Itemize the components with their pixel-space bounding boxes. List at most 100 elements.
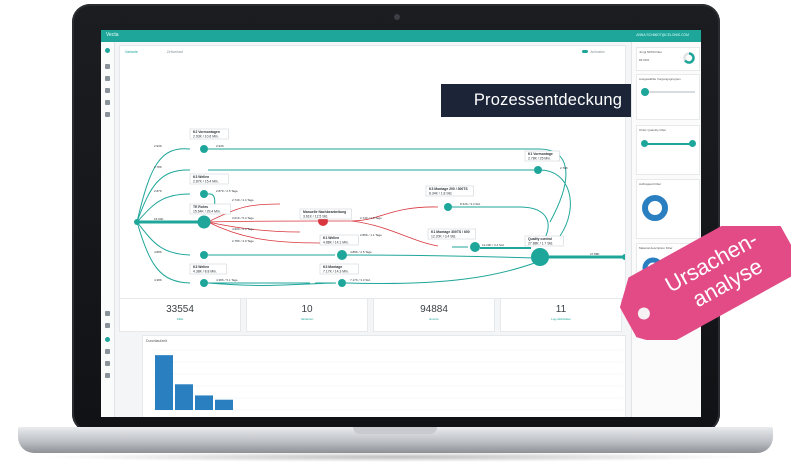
nav-filter-icon[interactable] (105, 100, 110, 105)
histogram-bar[interactable] (175, 384, 193, 410)
edge-line[interactable] (136, 221, 191, 256)
edge-label: 2.74K / 1.8 Tage (360, 216, 382, 220)
nav-process-icon[interactable] (105, 48, 110, 53)
kpi-value: 94884 (420, 304, 448, 315)
filter-card[interactable]: Ausgewählte Vorgangsgruppen (636, 74, 700, 120)
range-slider-handle[interactable] (641, 140, 648, 147)
activity-title: K1 Wellen (323, 236, 339, 240)
edge-label: 8.34K / 3.4 Std. (460, 202, 481, 206)
process-node[interactable] (200, 145, 208, 153)
edge-label: 12.20K / 3.4 Std. (482, 243, 505, 247)
nav-filter-icon[interactable] (105, 361, 110, 366)
edge-line[interactable] (345, 254, 536, 259)
kpi-card: 33554 Fälle (119, 298, 241, 332)
filter-card-title: Order Quantity Filter (639, 128, 667, 132)
range-slider-track[interactable] (643, 143, 693, 145)
edge-label: 15.64K (154, 217, 164, 221)
screen: Vecta ANNA SCHMIDT@CELONIS.COM Variante … (101, 30, 701, 417)
process-node[interactable] (200, 190, 208, 198)
process-node[interactable] (531, 248, 549, 266)
process-node[interactable] (470, 242, 480, 252)
activity-title: K3 Montage 200 / 300TS (429, 187, 468, 191)
top-bar: Vecta ANNA SCHMIDT@CELONIS.COM (101, 30, 701, 42)
activity-title: Quality control (528, 237, 552, 241)
activity-stats: 4.38K / 8.8 Min. (193, 270, 217, 274)
ursachenanalyse-tag: Ursachen- analyse (619, 226, 791, 340)
edge-line[interactable] (207, 221, 301, 233)
activity-title: K3 Montage (323, 265, 342, 269)
kpi-value: 33554 (166, 304, 194, 315)
throughput-chart-card: Durchlaufzeit (142, 335, 626, 417)
filter-card[interactable]: Order Quantity Filter (636, 125, 700, 175)
base-notch (353, 427, 437, 434)
process-node[interactable] (134, 219, 140, 225)
nav-grid-icon[interactable] (105, 64, 110, 69)
histogram-bar[interactable] (155, 355, 173, 410)
range-slider-handle[interactable] (689, 140, 696, 147)
activity-stats: 15.64K / 29.4 Min. (193, 210, 221, 214)
process-node[interactable] (444, 203, 452, 211)
edge-label: 3.61K / 5.4 Tage (232, 216, 254, 220)
kpi-label: Varianten (300, 317, 314, 321)
edge-line[interactable] (208, 148, 567, 223)
activity-title: TE Rohrs (193, 205, 208, 209)
edge-label: 2.78K (154, 165, 162, 169)
edge-line[interactable] (136, 148, 191, 223)
user-menu[interactable]: ANNA SCHMIDT@CELONIS.COM (636, 33, 689, 37)
edge-label: 2.93K (216, 144, 224, 148)
edge-label: 2.78K (560, 166, 568, 170)
edge-label: 4.38K / 5.1 Tage (216, 278, 238, 282)
range-slider-track[interactable] (641, 91, 695, 93)
edge-label: 2.87K (154, 189, 162, 193)
process-canvas[interactable]: Variante Zeitverlauf Animation K2 Vormon… (119, 45, 655, 299)
camera (394, 14, 400, 20)
activity-title: K3 Wellen (193, 175, 209, 179)
range-slider-handle[interactable] (641, 88, 649, 96)
kpi-card: 94884 Events (373, 298, 495, 332)
nav-settings-icon[interactable] (105, 112, 110, 117)
edge-label: 4.88K (154, 250, 162, 254)
activity-stats: 27.88K / 1.7 Std. (528, 242, 553, 246)
activity-title: K1 Montage 300TS / 600 (431, 230, 470, 234)
histogram-bar[interactable] (215, 399, 233, 410)
activity-stats: 4.88K / 14.1 Min. (323, 241, 349, 245)
edge-line[interactable] (136, 221, 191, 284)
app-brand: Vecta (106, 32, 119, 38)
edge-label: 4.90K / 6.3 Tage (232, 227, 254, 231)
nav-table-icon[interactable] (105, 76, 110, 81)
process-node[interactable] (200, 251, 208, 259)
lower-nav (101, 305, 115, 417)
kpi-value: 10 (301, 304, 313, 315)
nav-grid-icon[interactable] (105, 323, 110, 328)
activity-stats: 8.34K / 1.8 Std. (429, 192, 452, 196)
activity-title: K1 Vormontage (528, 152, 553, 156)
process-node[interactable] (338, 279, 346, 287)
filter-card-title: Auftragsart Filter (639, 182, 662, 186)
edge-label: 2.88K / 1.1 Tage (360, 233, 382, 237)
activity-stats: 12.20K / 3.4 Std. (431, 235, 456, 239)
banner-prozessentdeckung: Prozessentdeckung (441, 84, 655, 117)
nav-chart-icon[interactable] (105, 88, 110, 93)
nav-list-icon[interactable] (105, 373, 110, 378)
filter-card[interactable]: Jungi 50/50 Filter 83 66% (636, 47, 700, 71)
edge-label: 7.17K / 3.3 Std. (350, 278, 371, 282)
process-node[interactable] (197, 215, 211, 229)
process-node[interactable] (200, 279, 208, 287)
activity-title: Manuelle Nachbearbeitung (303, 210, 346, 214)
histogram-bar[interactable] (195, 395, 213, 410)
throughput-chart (153, 349, 623, 411)
laptop-base (18, 427, 773, 453)
edge-line[interactable] (345, 260, 541, 285)
filter-card-title: Ausgewählte Vorgangsgruppen (639, 77, 681, 81)
nav-settings-icon[interactable] (105, 311, 110, 316)
process-node[interactable] (337, 250, 347, 260)
donut-chart (642, 195, 668, 221)
edge-line[interactable] (207, 220, 321, 223)
process-node[interactable] (534, 166, 542, 174)
nav-chart-icon[interactable] (105, 337, 110, 342)
nav-table-icon[interactable] (105, 349, 110, 354)
activity-stats: 2.93K / 10.6 Min. (193, 135, 219, 139)
edge-label: 2.78K / 4.0 Tage (232, 239, 254, 243)
edge-label: 4.38K (154, 278, 162, 282)
activity-title: K2 Vormontagen (193, 130, 220, 134)
